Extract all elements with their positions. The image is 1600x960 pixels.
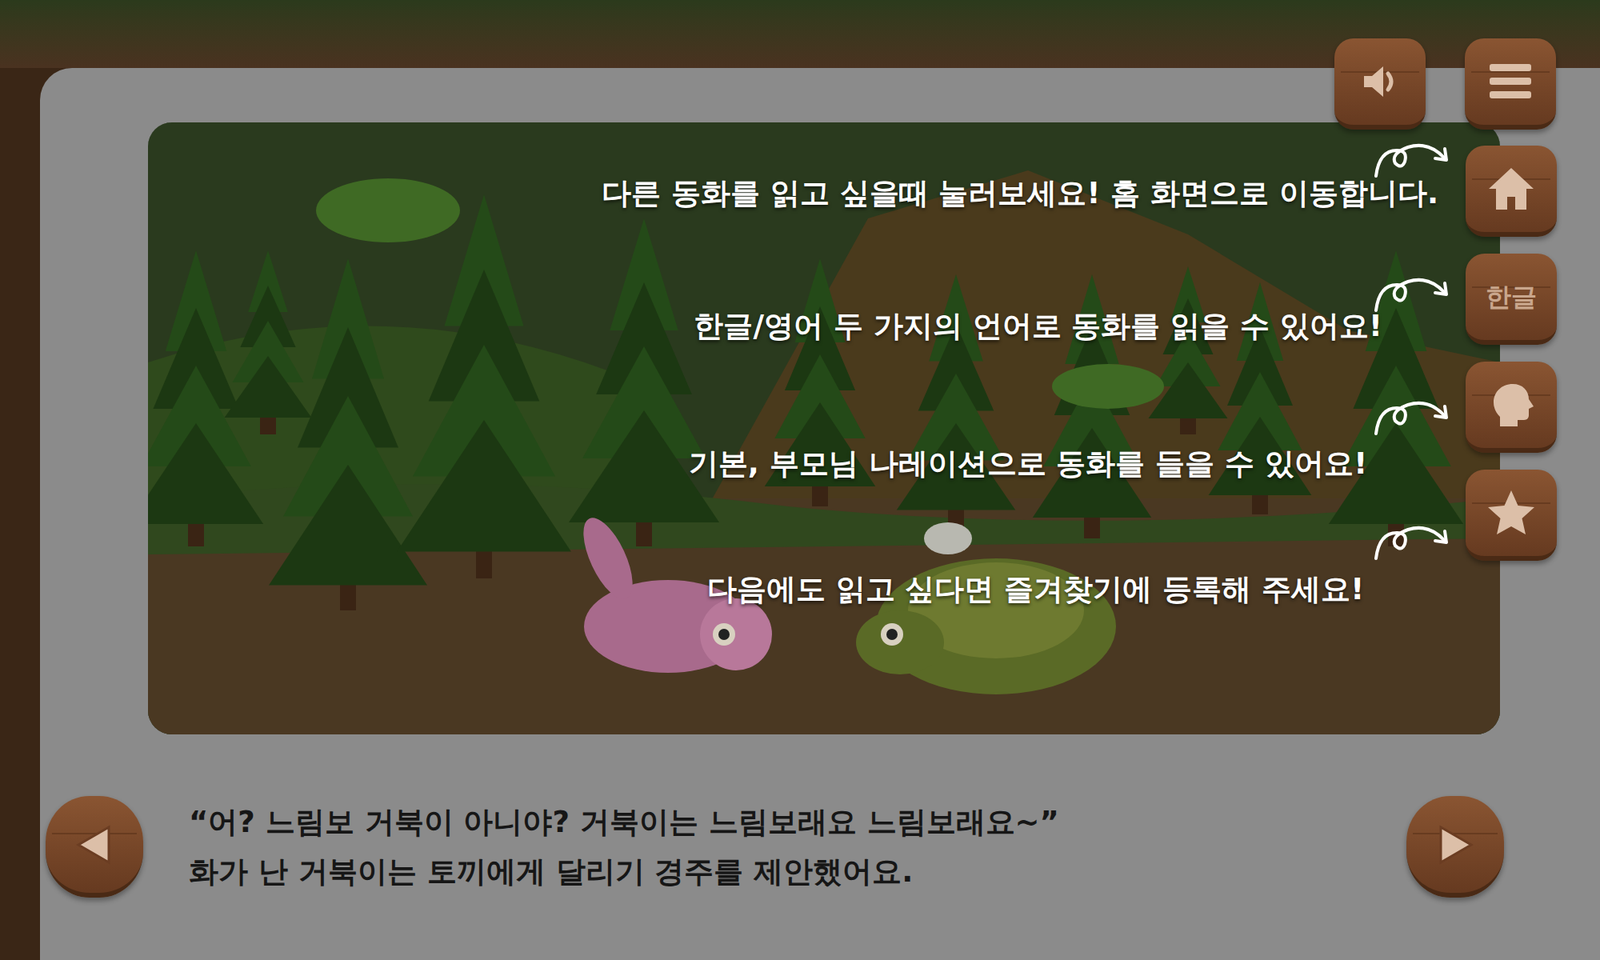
tutorial-text: 한글/영어 두 가지의 언어로 동화를 읽을 수 있어요! xyxy=(693,305,1383,348)
narration-button[interactable] xyxy=(1465,361,1557,453)
prev-button[interactable] xyxy=(45,796,144,898)
next-button[interactable] xyxy=(1406,796,1504,898)
story-line: “어? 느림보 거북이 아니야? 거북이는 느림보래요 느림보래요~” xyxy=(188,797,1397,848)
top-toolbar xyxy=(1334,38,1556,130)
next-icon xyxy=(1431,820,1480,869)
wood-grain xyxy=(1471,71,1550,73)
home-button[interactable] xyxy=(1465,145,1557,237)
home-icon xyxy=(1485,164,1537,213)
tutorial-overlay: 다른 동화를 읽고 싶을때 눌러보세요! 홈 화면으로 이동합니다. 한글/영어 … xyxy=(0,0,1600,960)
sound-button[interactable] xyxy=(1334,38,1426,130)
book-page: “어? 느림보 거북이 아니야? 거북이는 느림보래요 느림보래요~”화가 난 … xyxy=(40,68,1600,960)
pointer-arrow-icon xyxy=(1372,392,1453,440)
prev-icon xyxy=(70,820,119,869)
favorite-icon xyxy=(1485,488,1537,538)
pointer-arrow-icon xyxy=(1372,134,1453,183)
tutorial-text: 기본, 부모님 나레이션으로 동화를 들을 수 있어요! xyxy=(688,443,1368,485)
story-text: “어? 느림보 거북이 아니야? 거북이는 느림보래요 느림보래요~”화가 난 … xyxy=(188,796,1397,898)
language-label: 한글 xyxy=(1485,277,1537,316)
tutorial-text: 다른 동화를 읽고 싶을때 눌러보세요! 홈 화면으로 이동합니다. xyxy=(601,172,1439,215)
menu-button[interactable] xyxy=(1464,38,1556,130)
pointer-arrow-icon xyxy=(1372,268,1453,317)
side-toolbar: 한글 xyxy=(1465,145,1557,561)
language-button[interactable]: 한글 xyxy=(1465,253,1557,345)
pointer-arrow-icon xyxy=(1372,516,1453,565)
sound-icon xyxy=(1357,59,1403,104)
story-line: 화가 난 거북이는 토끼에게 달리기 경주를 제안했어요. xyxy=(188,847,1397,897)
menu-icon xyxy=(1486,60,1535,103)
story-scene xyxy=(148,122,1500,735)
story-row: “어? 느림보 거북이 아니야? 거북이는 느림보래요 느림보래요~”화가 난 … xyxy=(40,796,1600,898)
favorite-button[interactable] xyxy=(1465,469,1557,561)
narration-icon xyxy=(1488,380,1534,429)
tutorial-text: 다음에도 읽고 싶다면 즐겨찾기에 등록해 주세요! xyxy=(707,568,1364,611)
